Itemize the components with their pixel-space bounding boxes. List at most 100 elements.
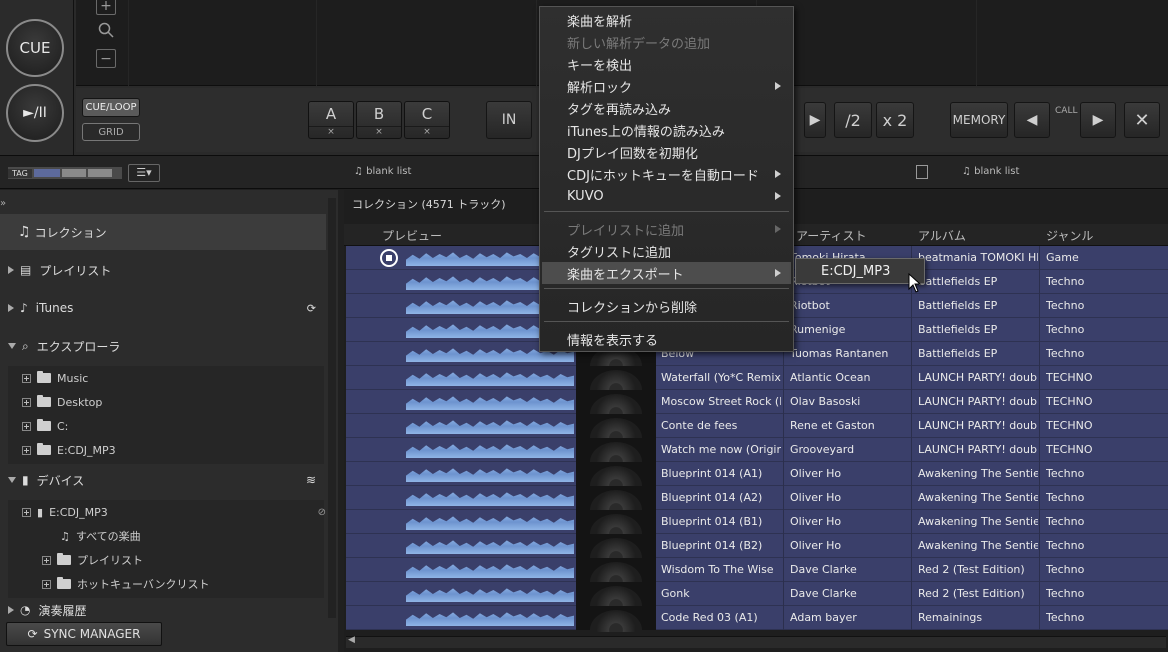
table-row[interactable]: Blueprint 014 (B1) Oliver Ho Awakening The… bbox=[346, 510, 1168, 554]
tag-panel[interactable]: TAG bbox=[8, 167, 122, 179]
cell-genre: Techno bbox=[1046, 491, 1085, 504]
sidebar-item-playlists[interactable]: ▤ プレイリスト bbox=[0, 252, 326, 288]
context-menu-item[interactable]: KUVO bbox=[542, 185, 791, 207]
tree-item-device-playlists[interactable]: プレイリスト bbox=[42, 548, 312, 572]
close-icon[interactable]: ✕ bbox=[1124, 102, 1160, 138]
tree-item-device[interactable]: ▮ E:CDJ_MP3 ⊘ bbox=[22, 500, 328, 524]
context-menu-item[interactable]: CDJにホットキューを自動ロード bbox=[542, 163, 791, 185]
sidebar-item-devices[interactable]: ▮ デバイス ≋ bbox=[0, 462, 326, 498]
call-next-button[interactable]: ▶ bbox=[1080, 102, 1116, 138]
zoom-out-icon[interactable]: − bbox=[96, 49, 116, 68]
tree-item-label: すべての楽曲 bbox=[75, 530, 141, 543]
hotcue-a-label: A bbox=[325, 105, 337, 123]
tag-slot-3[interactable] bbox=[87, 169, 112, 177]
cell-genre: Techno bbox=[1046, 515, 1085, 528]
export-submenu-item[interactable]: E:CDJ_MP3 bbox=[795, 258, 925, 284]
call-prev-button[interactable]: ◀ bbox=[1014, 102, 1050, 138]
col-genre[interactable]: ジャンル bbox=[1046, 227, 1093, 244]
context-menu-item[interactable]: 楽曲を解析 bbox=[542, 9, 791, 31]
submenu-arrow-icon bbox=[775, 170, 781, 178]
loop-double-button[interactable]: x 2 bbox=[876, 102, 914, 138]
context-menu-item[interactable]: 解析ロック bbox=[542, 75, 791, 97]
hotcue-b-clear[interactable]: × bbox=[357, 126, 401, 137]
loop-half-button[interactable]: /2 bbox=[834, 102, 872, 138]
eject-icon[interactable]: ⊘ bbox=[318, 507, 326, 518]
sidebar-item-collection[interactable]: ♫ コレクション bbox=[0, 214, 326, 250]
waveform-preview bbox=[406, 444, 574, 458]
stop-preview-icon[interactable] bbox=[380, 249, 398, 267]
cue-loop-button[interactable]: CUE/LOOP bbox=[82, 98, 140, 117]
table-row[interactable]: Waterfall (Yo*C Remix) Atlantic Ocean LAUN… bbox=[346, 366, 1168, 410]
waveform-preview bbox=[406, 420, 574, 434]
memory-button[interactable]: MEMORY bbox=[950, 102, 1008, 138]
right-list-selector[interactable]: ♫ blank list bbox=[962, 166, 1019, 177]
context-menu-item[interactable]: タグを再読み込み bbox=[542, 97, 791, 119]
context-menu-item[interactable]: コレクションから削除 bbox=[542, 295, 791, 317]
tree-item-music[interactable]: Music bbox=[22, 366, 328, 390]
context-menu-item[interactable]: 楽曲をエクスポート bbox=[542, 262, 791, 284]
folder-icon bbox=[37, 395, 51, 407]
search-icon[interactable] bbox=[98, 22, 114, 38]
loop-next-button[interactable]: ▶ bbox=[804, 102, 826, 138]
zoom-in-icon[interactable]: + bbox=[96, 0, 116, 15]
sync-manager-button[interactable]: ⟳ SYNC MANAGER bbox=[6, 622, 162, 646]
tree-item-hotcue-bank[interactable]: ホットキューバンクリスト bbox=[42, 572, 312, 596]
tag-slot-1[interactable] bbox=[33, 169, 60, 177]
network-icon[interactable]: ≋ bbox=[306, 473, 316, 487]
table-row[interactable]: Blueprint 014 (B2) Oliver Ho Awakening The… bbox=[346, 534, 1168, 578]
left-list-selector[interactable]: ♫ blank list bbox=[354, 166, 411, 177]
hotcue-c-button[interactable]: C × bbox=[404, 101, 450, 139]
list-view-menu-icon[interactable]: ☰▾ bbox=[128, 164, 160, 182]
table-row[interactable]: Code Red 03 (A1) Adam bayer Remainings Tech… bbox=[346, 606, 1168, 632]
hotcue-c-clear[interactable]: × bbox=[405, 126, 449, 137]
list-info-icon[interactable] bbox=[916, 165, 928, 179]
cell-title: Waterfall (Yo*C Remix) bbox=[661, 371, 781, 384]
tag-label: TAG bbox=[8, 168, 32, 178]
col-album[interactable]: アルバム bbox=[918, 227, 966, 244]
cell-genre: Techno bbox=[1046, 563, 1085, 576]
hotcue-b-button[interactable]: B × bbox=[356, 101, 402, 139]
tag-slot-2[interactable] bbox=[61, 169, 86, 177]
context-menu-item[interactable]: iTunes上の情報の読み込み bbox=[542, 119, 791, 141]
context-menu-item[interactable]: キーを検出 bbox=[542, 53, 791, 75]
cell-genre: Game bbox=[1046, 251, 1079, 264]
table-row[interactable]: Wisdom To The Wise Dave Clarke Red 2 (Test… bbox=[346, 558, 1168, 602]
horizontal-scrollbar[interactable]: ◀ bbox=[346, 635, 1166, 648]
cell-genre: Techno bbox=[1046, 611, 1085, 624]
context-menu-item[interactable]: タグリストに追加 bbox=[542, 240, 791, 262]
cue-button[interactable]: CUE bbox=[6, 19, 64, 77]
cell-artist: Oliver Ho bbox=[790, 491, 842, 504]
refresh-icon[interactable]: ⟳ bbox=[307, 302, 316, 315]
hotcue-a-button[interactable]: A × bbox=[308, 101, 354, 139]
artwork-thumbnail bbox=[576, 510, 656, 554]
table-row[interactable]: Moscow Street Rock (Ha Olav Basoski LAUNCH… bbox=[346, 390, 1168, 434]
tree-item-label: プレイリスト bbox=[77, 554, 143, 567]
folder-icon bbox=[57, 577, 71, 589]
tree-item-c[interactable]: C: bbox=[22, 414, 328, 438]
table-row[interactable]: Blueprint 014 (A2) Oliver Ho Awakening The… bbox=[346, 486, 1168, 530]
menu-item-label: プレイリストに追加 bbox=[567, 223, 685, 239]
table-row[interactable]: Watch me now (Original Grooveyard LAUNCH P… bbox=[346, 438, 1168, 482]
context-menu: 楽曲を解析 新しい解析データの追加 キーを検出 解析ロック タグを再読み込み iTunes… bbox=[539, 6, 794, 352]
table-row[interactable]: Gonk Dave Clarke Red 2 (Test Edition) Techn… bbox=[346, 582, 1168, 626]
expand-sidebar-icon[interactable]: » bbox=[0, 198, 6, 209]
tree-item-desktop[interactable]: Desktop bbox=[22, 390, 328, 414]
play-pause-button[interactable]: ►/II bbox=[6, 84, 64, 142]
loop-in-button[interactable]: IN bbox=[486, 101, 532, 139]
col-preview[interactable]: プレビュー bbox=[382, 227, 442, 244]
table-row[interactable]: Conte de fees Rene et Gaston LAUNCH PARTY!… bbox=[346, 414, 1168, 458]
scroll-left-icon[interactable]: ◀ bbox=[348, 635, 355, 645]
context-menu-item[interactable]: 情報を表示する bbox=[542, 328, 791, 350]
sidebar-scrollbar[interactable] bbox=[328, 198, 336, 618]
table-row[interactable]: Blueprint 014 (A1) Oliver Ho Awakening The… bbox=[346, 462, 1168, 506]
menu-item-label: 情報を表示する bbox=[567, 333, 659, 349]
col-artist[interactable]: アーティスト bbox=[796, 227, 867, 244]
tree-item-all-tracks[interactable]: ♫ すべての楽曲 bbox=[60, 524, 320, 548]
sidebar-item-history[interactable]: ◔ 演奏履歴 bbox=[0, 598, 326, 622]
sidebar-item-explorer[interactable]: ⌕ エクスプローラ bbox=[0, 328, 326, 364]
tree-item-e[interactable]: E:CDJ_MP3 bbox=[22, 438, 328, 462]
hotcue-a-clear[interactable]: × bbox=[309, 126, 353, 137]
context-menu-item[interactable]: DJプレイ回数を初期化 bbox=[542, 141, 791, 163]
grid-button[interactable]: GRID bbox=[82, 123, 140, 141]
sidebar-item-itunes[interactable]: ♪ iTunes ⟳ bbox=[0, 290, 326, 326]
